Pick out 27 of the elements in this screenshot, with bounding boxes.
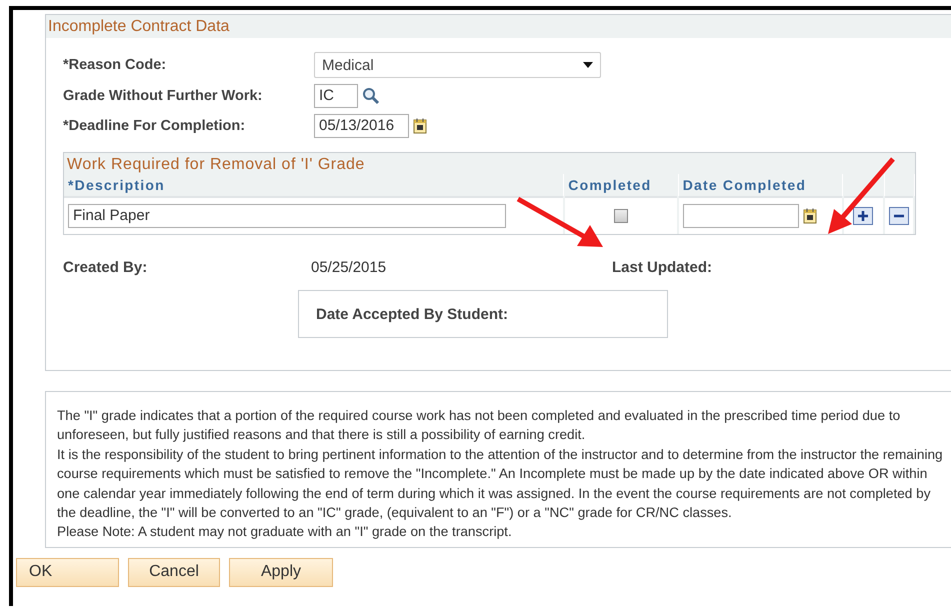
date-completed-field[interactable] — [683, 204, 800, 228]
search-icon[interactable] — [362, 87, 380, 105]
field-label: *Deadline For Completion: — [63, 118, 246, 134]
dialog-button[interactable]: Cancel — [128, 558, 220, 587]
acceptance-box: Date Accepted By Student: — [298, 290, 668, 338]
date-field[interactable]: 05/13/2016 — [314, 114, 409, 138]
notice-paragraph: It is the responsibility of the student to bring pertinent information to the attention of the instructor and to determine from the instructor the remaining course requirements which must be satisfied to remove the "Incomplete." An Incomplete must be made up by the date indicated above OR within one calendar year immediately following the end of term during which it was assigned. In the event the course requirements are not completed by the deadline, the "I" will be converted to an "IC" grade, (equivalent to an "F") or a "NC" grade for CR/NC classes. — [57, 446, 944, 522]
calendar-icon[interactable] — [803, 208, 818, 224]
add-row-button[interactable] — [853, 207, 874, 225]
panel-title: Incomplete Contract Data — [46, 15, 951, 38]
info-value: 05/25/2015 — [311, 259, 388, 276]
completed-checkbox[interactable] — [614, 209, 628, 223]
grid-title: Work Required for Removal of 'I' Grade — [66, 155, 366, 174]
delete-row-button[interactable] — [889, 207, 909, 225]
grade-field[interactable]: IC — [314, 84, 358, 108]
dialog-button[interactable]: Apply — [229, 558, 333, 587]
reason-dropdown[interactable]: Medical — [314, 52, 601, 78]
field-label: *Reason Code: — [63, 57, 168, 73]
description-field[interactable]: Final Paper — [68, 204, 506, 228]
notice-paragraph: Please Note: A student may not graduate with an "I" grade on the transcript. — [57, 523, 513, 542]
info-label: Created By: — [63, 259, 148, 276]
field-label: Grade Without Further Work: — [63, 88, 264, 104]
info-label: Last Updated: — [612, 259, 714, 276]
calendar-icon[interactable] — [413, 118, 427, 134]
caret-icon — [583, 62, 593, 68]
notice-paragraph: The "I" grade indicates that a portion of the required course work has not been completed and evaluated in the prescribed time period due to unforeseen, but fully justified reasons and that there is still a possibility of earning credit. — [57, 407, 902, 444]
dialog-button[interactable]: OK — [16, 558, 119, 587]
